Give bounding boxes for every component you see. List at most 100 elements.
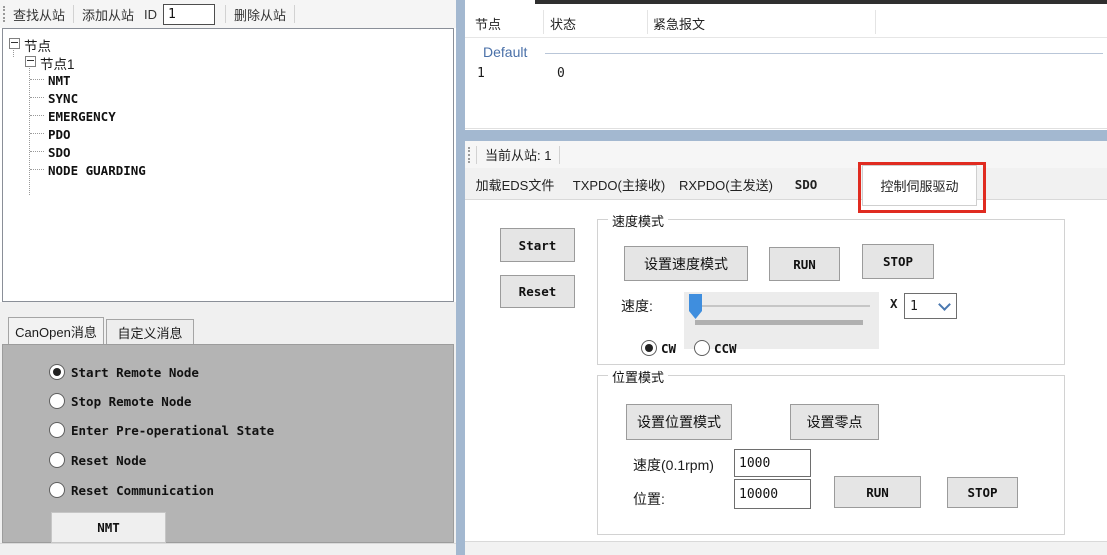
delete-slave-button[interactable]: 删除从站 <box>226 5 294 24</box>
tree-connector <box>30 151 44 152</box>
header-divider <box>465 37 1107 38</box>
nmt-command-panel: Start Remote Node Stop Remote Node Enter… <box>2 344 454 543</box>
group-label-default: Default <box>483 44 527 60</box>
column-header-emergency[interactable]: 紧急报文 <box>653 14 705 33</box>
slider-thumb[interactable] <box>689 294 702 319</box>
cw-label: CW <box>661 341 676 356</box>
node-tree: 节点 节点1 NMT SYNC EMERGENCY PDO SDO NODE G… <box>2 28 454 302</box>
radio-reset-node[interactable] <box>49 452 65 468</box>
speed-stop-button[interactable]: STOP <box>862 244 934 279</box>
column-header-node[interactable]: 节点 <box>475 14 501 33</box>
tree-connector <box>30 115 44 116</box>
reset-button[interactable]: Reset <box>500 275 575 308</box>
slave-id-input[interactable] <box>163 4 215 25</box>
collapse-minus-icon[interactable] <box>25 56 36 67</box>
tree-root-item[interactable]: 节点 <box>24 35 51 55</box>
tree-item-node-guarding[interactable]: NODE GUARDING <box>48 163 146 178</box>
speed-mode-title: 速度模式 <box>608 211 668 230</box>
column-separator <box>647 10 648 34</box>
tab-sdo[interactable]: SDO <box>780 168 832 200</box>
slave-toolbar: 查找从站 添加从站 ID 删除从站 <box>0 0 456 28</box>
tree-item-nmt[interactable]: NMT <box>48 73 71 88</box>
slave-id-label: ID <box>144 7 157 22</box>
canopen-master-window: 查找从站 添加从站 ID 删除从站 节点 节点1 NMT SYNC EMERGE… <box>0 0 1107 555</box>
chevron-down-icon <box>938 298 951 311</box>
status-strip <box>465 541 1107 555</box>
tab-custom-message[interactable]: 自定义消息 <box>106 319 194 344</box>
column-separator <box>543 10 544 34</box>
collapse-minus-icon[interactable] <box>9 38 20 49</box>
position-run-button[interactable]: RUN <box>834 476 921 508</box>
horizontal-splitter[interactable] <box>465 130 1107 141</box>
status-strip <box>0 543 456 555</box>
toolbar-separator <box>294 5 295 23</box>
start-button[interactable]: Start <box>500 228 575 262</box>
cw-radio[interactable] <box>641 340 657 356</box>
set-speed-mode-button[interactable]: 设置速度模式 <box>624 246 748 281</box>
tree-item-sdo[interactable]: SDO <box>48 145 71 160</box>
tab-label: TXPDO(主接收) <box>573 175 665 194</box>
radio-enter-preoperational[interactable] <box>49 422 65 438</box>
slider-secondary-bar <box>695 320 863 325</box>
position-input[interactable] <box>734 479 811 509</box>
tab-rxpdo[interactable]: RXPDO(主发送) <box>673 168 779 200</box>
current-slave-toolbar: 当前从站: 1 <box>465 141 1107 168</box>
cell-node: 1 <box>477 66 485 81</box>
column-header-status[interactable]: 状态 <box>550 14 576 33</box>
tab-label: 加载EDS文件 <box>476 175 555 194</box>
radio-stop-remote-node[interactable] <box>49 393 65 409</box>
nmt-button[interactable]: NMT <box>51 512 166 543</box>
toolbar-separator <box>559 146 560 164</box>
ccw-radio[interactable] <box>694 340 710 356</box>
toolbar-gripper-icon[interactable] <box>468 147 470 163</box>
speed-slider-label: 速度: <box>621 296 653 316</box>
tab-canopen-message[interactable]: CanOpen消息 <box>8 317 104 344</box>
tab-label: CanOpen消息 <box>15 322 97 341</box>
speed-run-button[interactable]: RUN <box>769 247 840 281</box>
radio-label: Enter Pre-operational State <box>71 423 274 438</box>
set-zero-button[interactable]: 设置零点 <box>790 404 879 440</box>
position-mode-group: 位置模式 设置位置模式 设置零点 速度(0.1rpm) 位置: RUN STOP <box>597 375 1065 535</box>
radio-label: Stop Remote Node <box>71 394 191 409</box>
position-mode-title: 位置模式 <box>608 367 668 386</box>
current-slave-label: 当前从站: 1 <box>477 145 559 164</box>
radio-label: Reset Communication <box>71 483 214 498</box>
radio-label: Start Remote Node <box>71 365 199 380</box>
radio-start-remote-node[interactable] <box>49 364 65 380</box>
position-speed-input[interactable] <box>734 449 811 477</box>
tab-label: SDO <box>795 177 818 192</box>
group-divider-line <box>545 53 1103 54</box>
column-separator <box>875 10 876 34</box>
add-slave-button[interactable]: 添加从站 <box>74 5 142 24</box>
tree-connector <box>29 65 30 195</box>
multiplier-x-label: X <box>890 296 898 311</box>
speed-mode-group: 速度模式 设置速度模式 RUN STOP 速度: X 1 CW CCW <box>597 219 1065 365</box>
table-row[interactable]: 1 0 <box>465 64 1107 84</box>
tab-txpdo[interactable]: TXPDO(主接收) <box>566 168 672 200</box>
tree-connector <box>30 97 44 98</box>
tree-item-pdo[interactable]: PDO <box>48 127 71 142</box>
tree-item-emergency[interactable]: EMERGENCY <box>48 109 116 124</box>
tab-load-eds[interactable]: 加载EDS文件 <box>465 168 565 200</box>
tree-connector <box>30 79 44 80</box>
vertical-splitter[interactable] <box>456 0 465 555</box>
tree-connector <box>30 169 44 170</box>
position-label: 位置: <box>633 489 665 509</box>
tab-label: RXPDO(主发送) <box>679 175 773 194</box>
tab-label: 自定义消息 <box>117 323 182 342</box>
tree-connector <box>30 133 44 134</box>
radio-reset-communication[interactable] <box>49 482 65 498</box>
multiplier-dropdown[interactable]: 1 <box>904 293 957 319</box>
ccw-label: CCW <box>714 341 737 356</box>
cell-status: 0 <box>557 66 565 81</box>
slider-track[interactable] <box>690 305 870 307</box>
position-speed-label: 速度(0.1rpm) <box>633 455 714 475</box>
set-position-mode-button[interactable]: 设置位置模式 <box>626 404 732 440</box>
tree-item-sync[interactable]: SYNC <box>48 91 78 106</box>
dropdown-value: 1 <box>910 299 918 314</box>
tree-node1-item[interactable]: 节点1 <box>40 53 75 73</box>
radio-label: Reset Node <box>71 453 146 468</box>
find-slave-button[interactable]: 查找从站 <box>5 5 73 24</box>
position-stop-button[interactable]: STOP <box>947 477 1018 508</box>
node-status-list: 节点 状态 紧急报文 Default 1 0 <box>465 4 1107 129</box>
